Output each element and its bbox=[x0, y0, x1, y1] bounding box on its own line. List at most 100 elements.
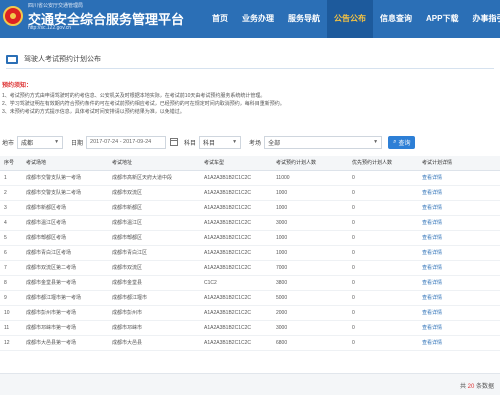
column-header: 考试地址 bbox=[108, 156, 200, 171]
site-url: http://sc.122.gov.cn bbox=[28, 25, 71, 31]
table-cell: 1 bbox=[0, 170, 22, 186]
table-cell: A1A2A3B1B2C1C2C bbox=[200, 335, 272, 351]
nav-item[interactable]: 业务办理 bbox=[235, 0, 281, 38]
nav-item[interactable]: 首页 bbox=[205, 0, 235, 38]
date-label: 日期 bbox=[71, 140, 84, 147]
column-header: 序号 bbox=[0, 156, 22, 171]
notes-box: 预约须知： 1、考试预约方式由申请驾驶时的约考信息、公安机关及时根据本地实际，在… bbox=[2, 80, 496, 116]
column-header: 考试计划详情 bbox=[418, 156, 500, 171]
table-cell: 成都市金堂县第一考场 bbox=[22, 275, 108, 291]
table-cell: 0 bbox=[348, 170, 418, 186]
table-cell: A1A2A3B1B2C1C2C bbox=[200, 320, 272, 336]
venue-label: 考场 bbox=[249, 140, 262, 147]
table-cell: 1000 bbox=[272, 185, 348, 201]
query-button[interactable]: ⌕ 查询 bbox=[388, 135, 416, 149]
total-count: 共 20 条数据 bbox=[460, 381, 494, 390]
table-cell: 0 bbox=[348, 200, 418, 216]
notes-title: 预约须知： bbox=[2, 83, 33, 89]
table-cell: A1A2A3B1B2C1C2C bbox=[200, 305, 272, 321]
table-cell: 成都市青白江区 bbox=[108, 245, 200, 261]
table-cell: 0 bbox=[348, 275, 418, 291]
table-cell: A1A2A3B1B2C1C2C bbox=[200, 290, 272, 306]
table-cell: 成都市交警支队第二考场 bbox=[22, 185, 108, 201]
nav-item[interactable]: 信息查询 bbox=[373, 0, 419, 38]
table-cell: 12 bbox=[0, 335, 22, 351]
table-cell: A1A2A3B1B2C1C2C bbox=[200, 245, 272, 261]
table-cell: A1A2A3B1B2C1C2C bbox=[200, 260, 272, 276]
detail-link[interactable]: 查看详情 bbox=[418, 275, 500, 291]
query-label: 查询 bbox=[398, 140, 411, 147]
nav-item[interactable]: APP下载 bbox=[419, 0, 465, 38]
divider bbox=[6, 68, 494, 69]
calendar-icon[interactable] bbox=[170, 138, 179, 146]
detail-link[interactable]: 查看详情 bbox=[418, 245, 500, 261]
table-row: 11 成都市邛崃市第一考场 成都市邛崃市 A1A2A3B1B2C1C2C 3000 0 查看… bbox=[0, 320, 500, 336]
nav-item[interactable]: 办事指引 bbox=[465, 0, 500, 38]
table-cell: 成都市双流区 bbox=[108, 260, 200, 276]
table-cell: 0 bbox=[348, 320, 418, 336]
table-row: 10 成都市彭州市第一考场 成都市彭州市 A1A2A3B1B2C1C2C 2000 0 查看… bbox=[0, 305, 500, 321]
table-cell: 成都市邛崃市 bbox=[108, 320, 200, 336]
org-line: 四川省公安厅交通管理局 bbox=[28, 3, 84, 9]
table-row: 4 成都市温江区考场 成都市温江区 A1A2A3B1B2C1C2C 3000 0 查看详情 bbox=[0, 215, 500, 231]
column-header: 考试场地 bbox=[22, 156, 108, 171]
table-cell: 0 bbox=[348, 335, 418, 351]
table-cell: 6800 bbox=[272, 335, 348, 351]
venue-value: 全部 bbox=[268, 140, 281, 147]
table-cell: 4 bbox=[0, 215, 22, 231]
pagination-bar: 共 20 条数据 bbox=[0, 373, 500, 395]
table-cell: A1A2A3B1B2C1C2C bbox=[200, 170, 272, 186]
detail-link[interactable]: 查看详情 bbox=[418, 290, 500, 306]
detail-link[interactable]: 查看详情 bbox=[418, 260, 500, 276]
nav-item[interactable]: 服务导航 bbox=[281, 0, 327, 38]
detail-link[interactable]: 查看详情 bbox=[418, 185, 500, 201]
table-cell: 1000 bbox=[272, 245, 348, 261]
table-cell: 2000 bbox=[272, 305, 348, 321]
table-cell: 2 bbox=[0, 185, 22, 201]
table-cell: 1000 bbox=[272, 230, 348, 246]
police-emblem-icon bbox=[3, 6, 23, 26]
section-icon bbox=[6, 54, 18, 64]
table-cell: 6 bbox=[0, 245, 22, 261]
detail-link[interactable]: 查看详情 bbox=[418, 320, 500, 336]
plan-table: 序号 考试场地 考试地址 考试车型 考试预约计划人数 优先预约计划人数 考试计划… bbox=[0, 156, 500, 351]
nav-item[interactable]: 公告公布 bbox=[327, 0, 373, 38]
table-cell: 成都市高新区天府大道中段 bbox=[108, 170, 200, 186]
table-cell: 1000 bbox=[272, 200, 348, 216]
table-cell: 11000 bbox=[272, 170, 348, 186]
detail-link[interactable]: 查看详情 bbox=[418, 215, 500, 231]
table-cell: 成都市温江区 bbox=[108, 215, 200, 231]
date-range-input[interactable]: 2017-07-24 - 2017-09-24 bbox=[86, 135, 167, 149]
table-cell: A1A2A3B1B2C1C2C bbox=[200, 185, 272, 201]
table-header-row: 序号 考试场地 考试地址 考试车型 考试预约计划人数 优先预约计划人数 考试计划… bbox=[0, 156, 500, 171]
table-cell: 9 bbox=[0, 290, 22, 306]
detail-link[interactable]: 查看详情 bbox=[418, 335, 500, 351]
table-cell: 0 bbox=[348, 290, 418, 306]
city-value: 成都 bbox=[21, 140, 34, 147]
section-title: 驾驶人考试预约计划公布 bbox=[24, 56, 101, 63]
subject-select[interactable]: 科目 ▼ bbox=[199, 135, 242, 149]
table-cell: 成都市彭州市第一考场 bbox=[22, 305, 108, 321]
detail-link[interactable]: 查看详情 bbox=[418, 230, 500, 246]
table-row: 9 成都市都江堰市第一考场 成都市都江堰市 A1A2A3B1B2C1C2C 5000 0 查… bbox=[0, 290, 500, 306]
city-select[interactable]: 成都 ▼ bbox=[17, 135, 64, 149]
table-cell: 成都市金堂县 bbox=[108, 275, 200, 291]
table-cell: 0 bbox=[348, 305, 418, 321]
table-cell: 3 bbox=[0, 200, 22, 216]
detail-link[interactable]: 查看详情 bbox=[418, 305, 500, 321]
table-row: 7 成都市双流区第二考场 成都市双流区 A1A2A3B1B2C1C2C 7000 0 查看详… bbox=[0, 260, 500, 276]
table-cell: 成都市郫都区考场 bbox=[22, 230, 108, 246]
table-cell: 7000 bbox=[272, 260, 348, 276]
venue-select[interactable]: 全部 ▼ bbox=[264, 135, 383, 149]
table-cell: 3800 bbox=[272, 275, 348, 291]
table-cell: 0 bbox=[348, 230, 418, 246]
table-row: 12 成都市大邑县第一考场 成都市大邑县 A1A2A3B1B2C1C2C 6800 0 查看… bbox=[0, 335, 500, 351]
table-cell: 3000 bbox=[272, 320, 348, 336]
date-range-value: 2017-07-24 - 2017-09-24 bbox=[90, 139, 152, 145]
table-cell: 成都市都江堰市第一考场 bbox=[22, 290, 108, 306]
subject-value: 科目 bbox=[203, 140, 216, 147]
detail-link[interactable]: 查看详情 bbox=[418, 200, 500, 216]
table-cell: 成都市大邑县 bbox=[108, 335, 200, 351]
detail-link[interactable]: 查看详情 bbox=[418, 170, 500, 186]
table-cell: 成都市邛崃市第一考场 bbox=[22, 320, 108, 336]
